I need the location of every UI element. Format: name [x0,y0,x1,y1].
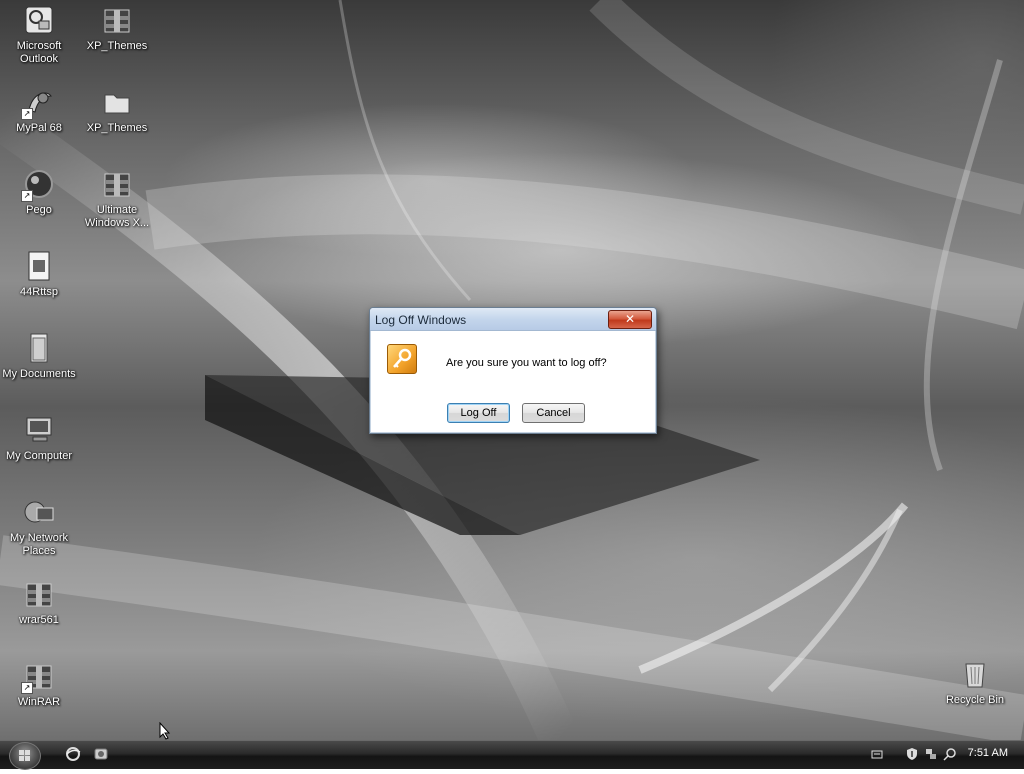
winrar-archive-icon [101,168,133,200]
show-desktop-icon[interactable] [93,746,109,762]
shortcut-arrow-icon: ↗ [21,682,33,694]
desktop-icon-xp-themes-archive[interactable]: XP_Themes [78,4,156,53]
outlook-icon [23,4,55,36]
computer-icon [23,414,55,446]
desktop-icon-label: Recycle Bin [945,694,1005,706]
desktop-icon-label: XP_Themes [86,40,148,52]
winrar-archive-icon [101,4,133,36]
my-documents-icon [23,332,55,364]
key-icon [387,344,417,374]
desktop-icon-mypal[interactable]: ↗ MyPal 68 [0,86,78,135]
cancel-button[interactable]: Cancel [522,403,585,423]
pego-icon: ↗ [21,168,55,202]
desktop-icon-label: My Network Places [9,532,69,557]
desktop-icon-label: Pego [26,204,52,216]
winrar-installer-icon [23,578,55,610]
log-off-dialog: Log Off Windows ✕ Are you sure you want … [369,307,657,434]
dialog-titlebar[interactable]: Log Off Windows ✕ [370,308,656,331]
desktop-icon-label: 44Rttsp [20,286,58,298]
desktop-icon-microsoft-outlook[interactable]: Microsoft Outlook [0,4,78,66]
document-icon [23,250,55,282]
internet-explorer-icon[interactable] [65,746,81,762]
shortcut-arrow-icon: ↗ [21,190,33,202]
winrar-icon: ↗ [21,660,55,694]
taskbar-clock[interactable]: 7:51 AM [968,747,1008,759]
desktop-icon-my-computer[interactable]: My Computer [0,414,78,463]
desktop-icon-ultimate-windows[interactable]: Ultimate Windows X... [78,168,156,230]
desktop-icon-xp-themes-folder[interactable]: XP_Themes [78,86,156,135]
desktop-icon-label: MyPal 68 [16,122,62,134]
recycle-bin-icon [959,658,991,690]
close-button[interactable]: ✕ [608,310,652,329]
taskbar: 7:51 AM [0,740,1024,770]
desktop-icon-pego[interactable]: ↗ Pego [0,168,78,217]
keyboard-icon[interactable] [870,747,884,761]
desktop-icon-my-network-places[interactable]: My Network Places [0,496,78,558]
desktop-icon-label: My Documents [2,368,76,380]
desktop-icon-my-documents[interactable]: My Documents [0,332,78,381]
desktop-icon-label: WinRAR [17,696,61,708]
desktop-icon-label: Microsoft Outlook [16,40,62,65]
desktop-icon-label: My Computer [5,450,73,462]
log-off-button[interactable]: Log Off [447,403,510,423]
network-icon [23,496,55,528]
desktop: Microsoft Outlook ↗ MyPal 68 ↗ Pego 44Rt… [0,0,1024,740]
security-shield-icon[interactable] [905,747,919,761]
search-icon[interactable] [943,747,957,761]
mouse-cursor-icon [159,722,171,740]
dialog-message: Are you sure you want to log off? [446,357,607,369]
dialog-title: Log Off Windows [375,313,467,327]
dialog-body: Are you sure you want to log off? Log Of… [371,331,655,432]
network-tray-icon[interactable] [924,747,938,761]
shortcut-arrow-icon: ↗ [21,108,33,120]
desktop-icon-wrar561[interactable]: wrar561 [0,578,78,627]
start-orb-icon[interactable] [9,742,41,770]
desktop-icon-label: XP_Themes [86,122,148,134]
desktop-icon-winrar[interactable]: ↗ WinRAR [0,660,78,709]
desktop-icon-recycle-bin[interactable]: Recycle Bin [936,658,1014,707]
desktop-icon-label: wrar561 [19,614,59,626]
mypal-browser-icon: ↗ [21,86,55,120]
desktop-icon-44rttsp[interactable]: 44Rttsp [0,250,78,299]
folder-icon [101,86,133,118]
desktop-icon-label: Ultimate Windows X... [84,204,150,229]
